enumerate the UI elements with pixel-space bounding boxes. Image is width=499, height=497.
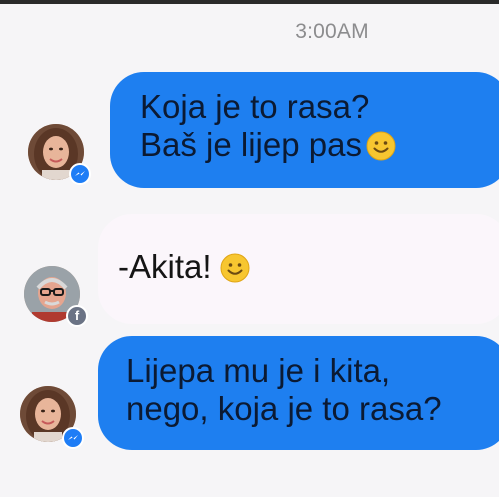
message-line: Lijepa mu je i kita,	[126, 352, 391, 389]
message-line-with-emoji: -Akita!	[118, 248, 499, 286]
smiley-emoji-icon	[220, 253, 250, 283]
message-line: nego, koja je to rasa?	[126, 390, 442, 427]
messenger-badge-icon	[69, 163, 91, 185]
message-bubble-outgoing-1[interactable]: Koja je to rasa? Baš je lijep pas	[110, 72, 499, 188]
message-bubble-incoming-1[interactable]: -Akita!	[98, 214, 499, 324]
top-edge	[0, 0, 499, 4]
messenger-badge-icon	[62, 427, 84, 449]
smiley-emoji-icon	[366, 131, 396, 161]
message-timestamp: 3:00AM	[295, 20, 369, 43]
message-line: -Akita!	[118, 248, 212, 285]
message-line: Baš je lijep pas	[140, 126, 362, 163]
facebook-badge-icon: f	[66, 305, 88, 327]
message-line-with-emoji: Baš je lijep pas	[140, 126, 499, 164]
message-line: Koja je to rasa?	[140, 88, 370, 125]
message-bubble-outgoing-2[interactable]: Lijepa mu je i kita, nego, koja je to ra…	[98, 336, 499, 450]
